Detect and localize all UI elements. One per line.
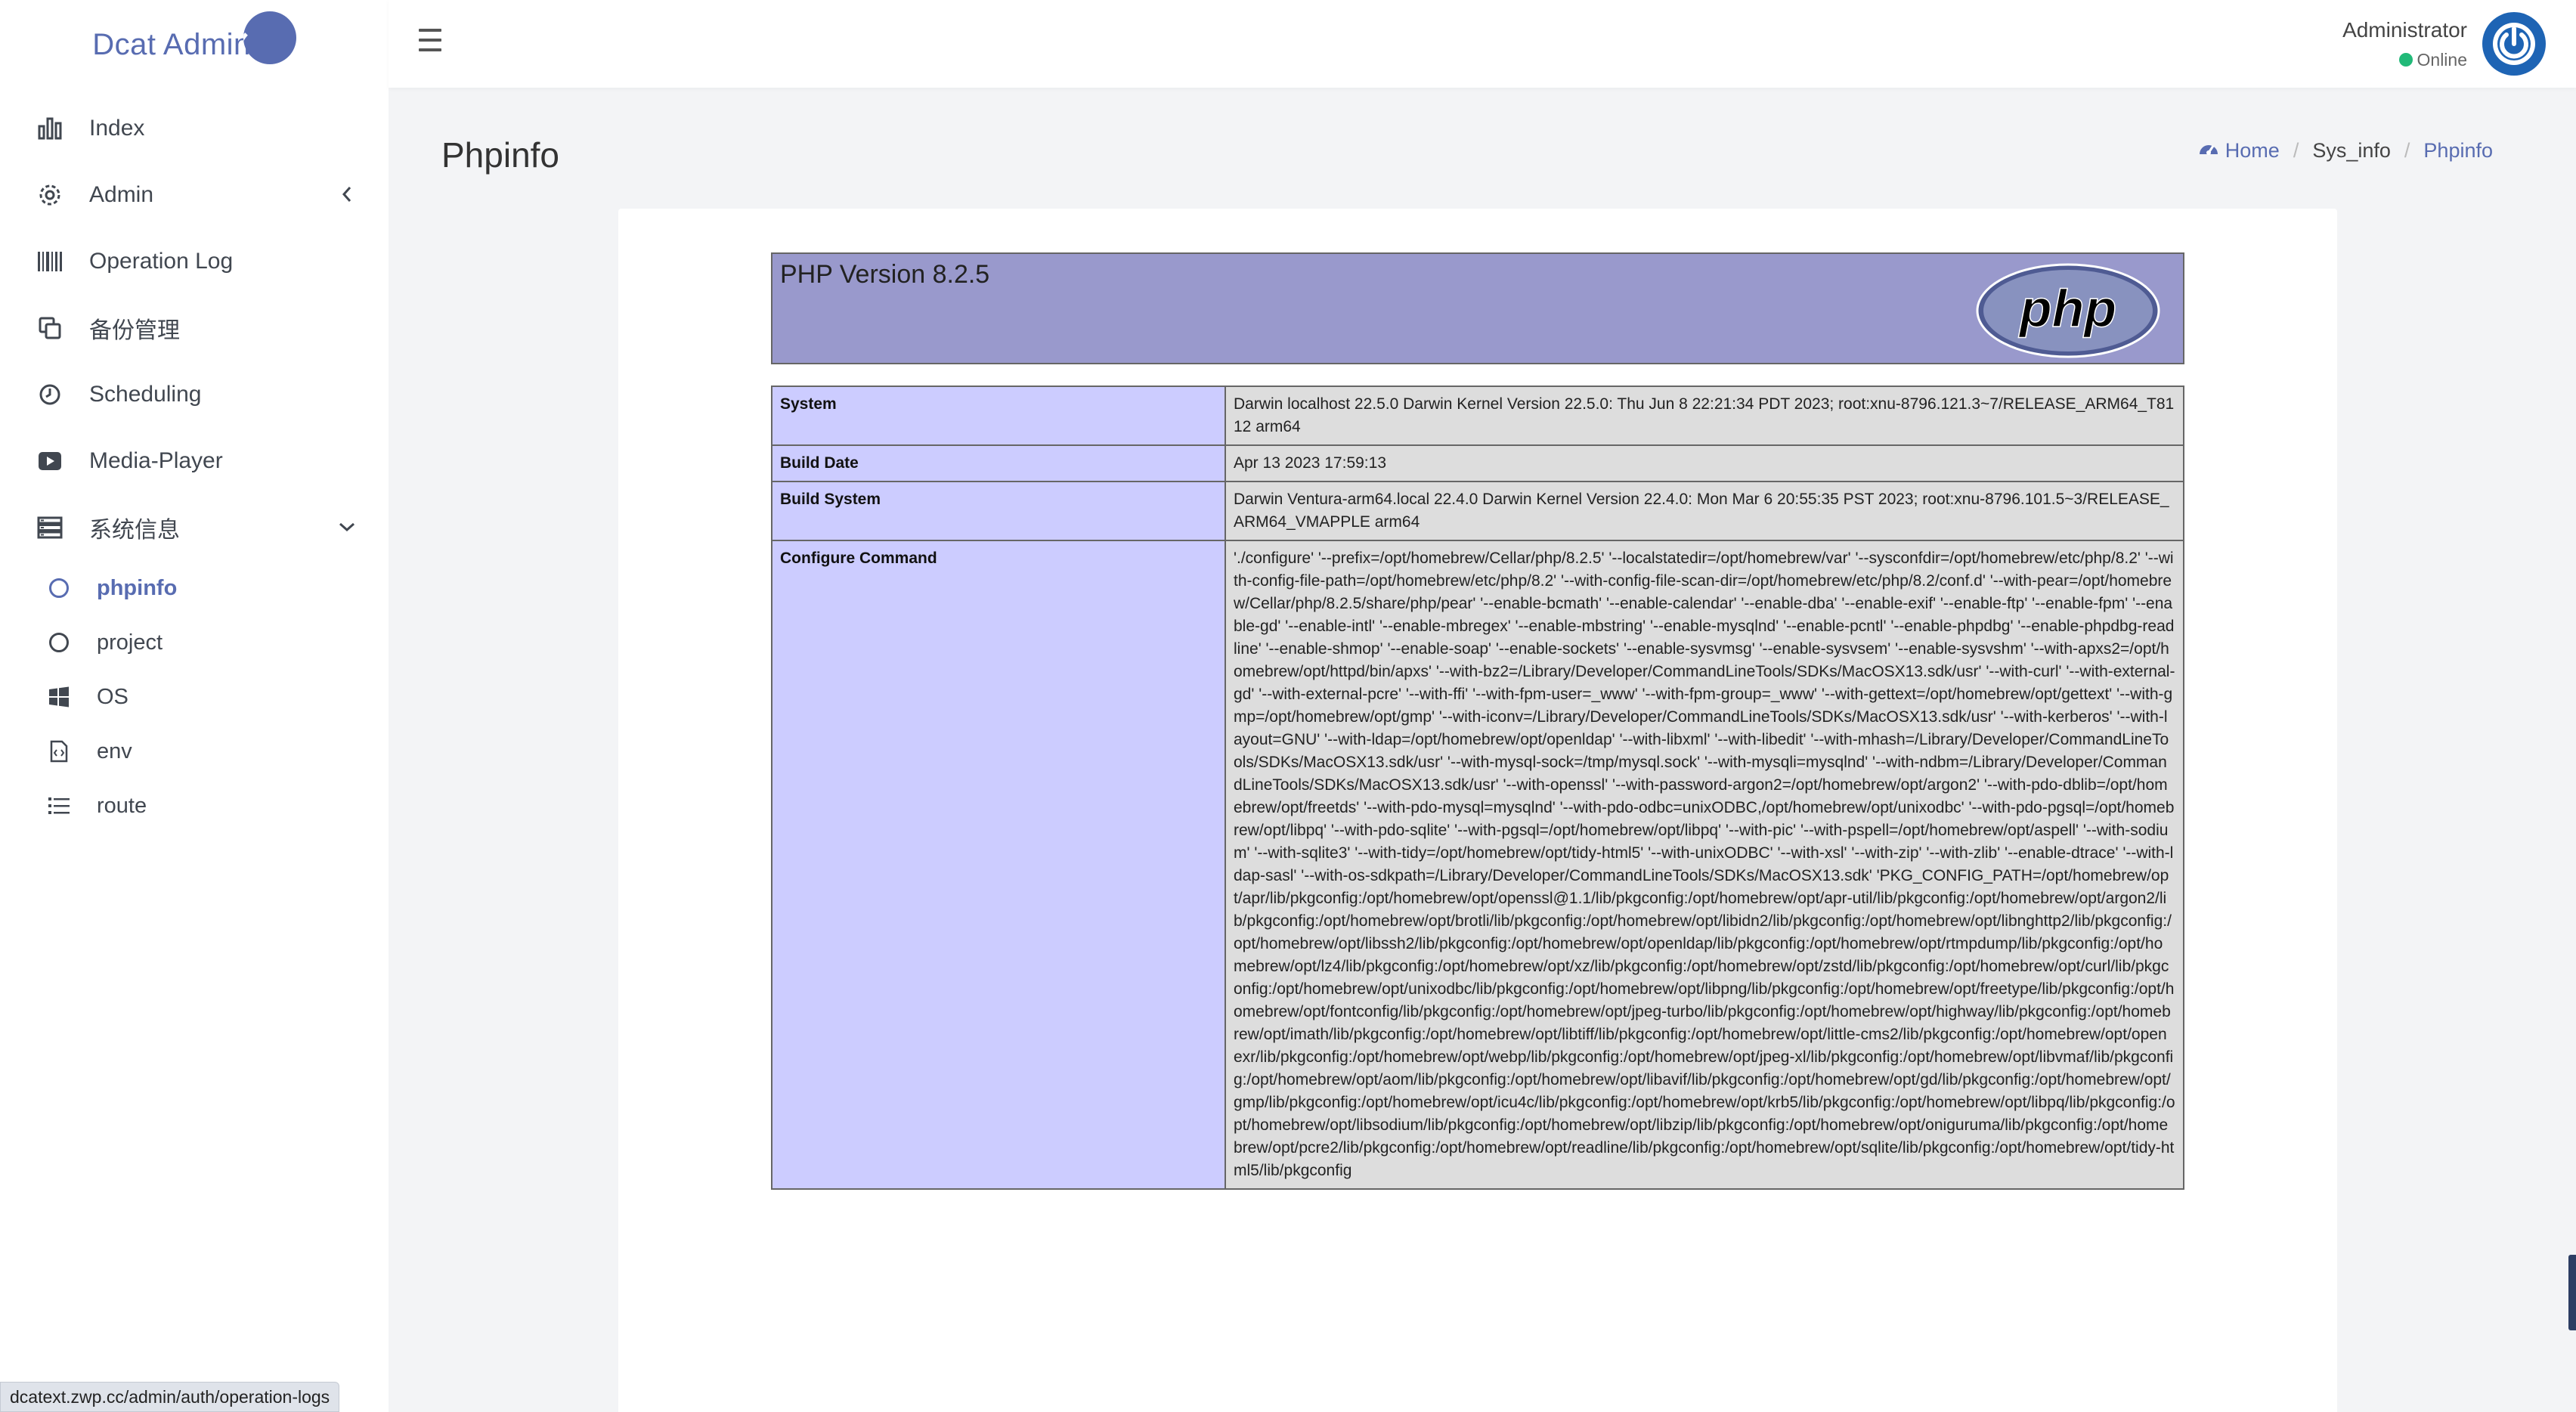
clock-icon — [35, 379, 65, 410]
sidebar-item-label: Admin — [89, 182, 154, 207]
bar-chart-icon — [35, 113, 65, 144]
circle-icon — [45, 574, 73, 602]
breadcrumb-current: Phpinfo — [2423, 139, 2493, 162]
sidebar-item-scheduling[interactable]: Scheduling — [0, 361, 389, 428]
breadcrumb-sys-info[interactable]: Sys_info — [2312, 139, 2391, 163]
brand[interactable]: Dcat Admin — [0, 0, 389, 89]
breadcrumb-label: Home — [2225, 139, 2280, 162]
row-key: System — [771, 386, 1226, 446]
breadcrumb-separator: / — [2404, 139, 2410, 162]
breadcrumb: Home / Sys_info / Phpinfo — [2198, 139, 2493, 163]
table-row: Configure Command './configure' '--prefi… — [771, 540, 2184, 1190]
sidebar-item-label: Index — [89, 116, 145, 141]
sidebar-item-label: 备份管理 — [89, 318, 180, 343]
power-icon — [2493, 23, 2535, 65]
sidebar-subitem-label: env — [97, 739, 132, 763]
brand-logo-icon — [243, 11, 296, 64]
brand-name: Dcat Admin — [92, 27, 251, 61]
sidebar-item-admin[interactable]: Admin — [0, 162, 389, 228]
sidebar-subitem-project[interactable]: project — [0, 615, 389, 670]
breadcrumb-separator: / — [2293, 139, 2299, 162]
sidebar-nav: Index Admin Operation Log 备份管理 Schedulin… — [0, 89, 389, 561]
php-logo-icon[interactable]: php — [1976, 263, 2160, 358]
status-bar-url: dcatext.zwp.cc/admin/auth/operation-logs — [0, 1382, 340, 1412]
row-value: Apr 13 2023 17:59:13 — [1225, 444, 2184, 482]
content-card: PHP Version 8.2.5 php System Darwin loca… — [618, 209, 2337, 1412]
user-menu[interactable]: Administrator Online — [2342, 12, 2546, 76]
gear-icon — [35, 180, 65, 210]
user-status: Online — [2342, 50, 2467, 70]
sidebar-item-label: Operation Log — [89, 249, 234, 274]
php-version: PHP Version 8.2.5 — [780, 260, 990, 289]
row-value: Darwin localhost 22.5.0 Darwin Kernel Ve… — [1225, 386, 2184, 446]
sidebar: Dcat Admin Index Admin Operation Log 备份管… — [0, 0, 389, 1412]
code-file-icon — [45, 738, 73, 765]
row-key: Build Date — [771, 444, 1226, 482]
table-row: System Darwin localhost 22.5.0 Darwin Ke… — [771, 386, 2184, 446]
sidebar-subitem-label: phpinfo — [97, 575, 178, 600]
server-icon — [35, 512, 65, 543]
page-title: Phpinfo — [441, 135, 560, 175]
circle-icon — [45, 629, 73, 656]
windows-icon — [45, 683, 73, 711]
svg-text:php: php — [2018, 279, 2116, 338]
sidebar-submenu: phpinfo project OS env route — [0, 561, 389, 833]
phpinfo-container: PHP Version 8.2.5 php System Darwin loca… — [771, 252, 2184, 1190]
sidebar-item-system-info[interactable]: 系统信息 — [0, 494, 389, 561]
avatar[interactable] — [2482, 12, 2546, 76]
list-icon — [45, 792, 73, 819]
phpinfo-table: System Darwin localhost 22.5.0 Darwin Ke… — [771, 386, 2184, 1190]
copy-icon — [35, 313, 65, 343]
phpinfo-header: PHP Version 8.2.5 php — [771, 252, 2184, 364]
barcode-icon — [35, 246, 65, 277]
dashboard-icon — [2198, 139, 2219, 163]
user-name: Administrator — [2342, 17, 2467, 42]
sidebar-item-operation-log[interactable]: Operation Log — [0, 228, 389, 295]
user-info: Administrator Online — [2342, 18, 2467, 70]
sidebar-subitem-label: route — [97, 793, 147, 818]
sidebar-item-index[interactable]: Index — [0, 95, 389, 162]
row-key: Configure Command — [771, 540, 1226, 1190]
chevron-left-icon[interactable] — [336, 183, 358, 206]
online-status-dot-icon — [2398, 53, 2413, 67]
sidebar-item-label: Media-Player — [89, 448, 223, 473]
sidebar-subitem-os[interactable]: OS — [0, 670, 389, 724]
table-row: Build Date Apr 13 2023 17:59:13 — [771, 444, 2184, 482]
breadcrumb-home[interactable]: Home — [2198, 139, 2280, 163]
sidebar-subitem-env[interactable]: env — [0, 724, 389, 779]
top-header: Administrator Online — [389, 0, 2576, 88]
sidebar-item-label: Scheduling — [89, 382, 202, 407]
user-status-label: Online — [2417, 49, 2467, 70]
row-value: Darwin Ventura-arm64.local 22.4.0 Darwin… — [1225, 481, 2184, 541]
sidebar-subitem-route[interactable]: route — [0, 779, 389, 833]
side-drawer-handle[interactable] — [2568, 1255, 2576, 1330]
chevron-down-icon[interactable] — [336, 516, 358, 538]
row-value: './configure' '--prefix=/opt/homebrew/Ce… — [1225, 540, 2184, 1190]
sidebar-item-label: 系统信息 — [89, 518, 180, 543]
row-key: Build System — [771, 481, 1226, 541]
sidebar-subitem-label: project — [97, 630, 163, 655]
sidebar-subitem-label: OS — [97, 684, 128, 709]
sidebar-item-media-player[interactable]: Media-Player — [0, 428, 389, 494]
sidebar-item-backup[interactable]: 备份管理 — [0, 295, 389, 361]
sidebar-subitem-phpinfo[interactable]: phpinfo — [0, 561, 389, 615]
menu-toggle-icon[interactable] — [419, 29, 441, 51]
video-icon — [35, 446, 65, 476]
table-row: Build System Darwin Ventura-arm64.local … — [771, 481, 2184, 541]
